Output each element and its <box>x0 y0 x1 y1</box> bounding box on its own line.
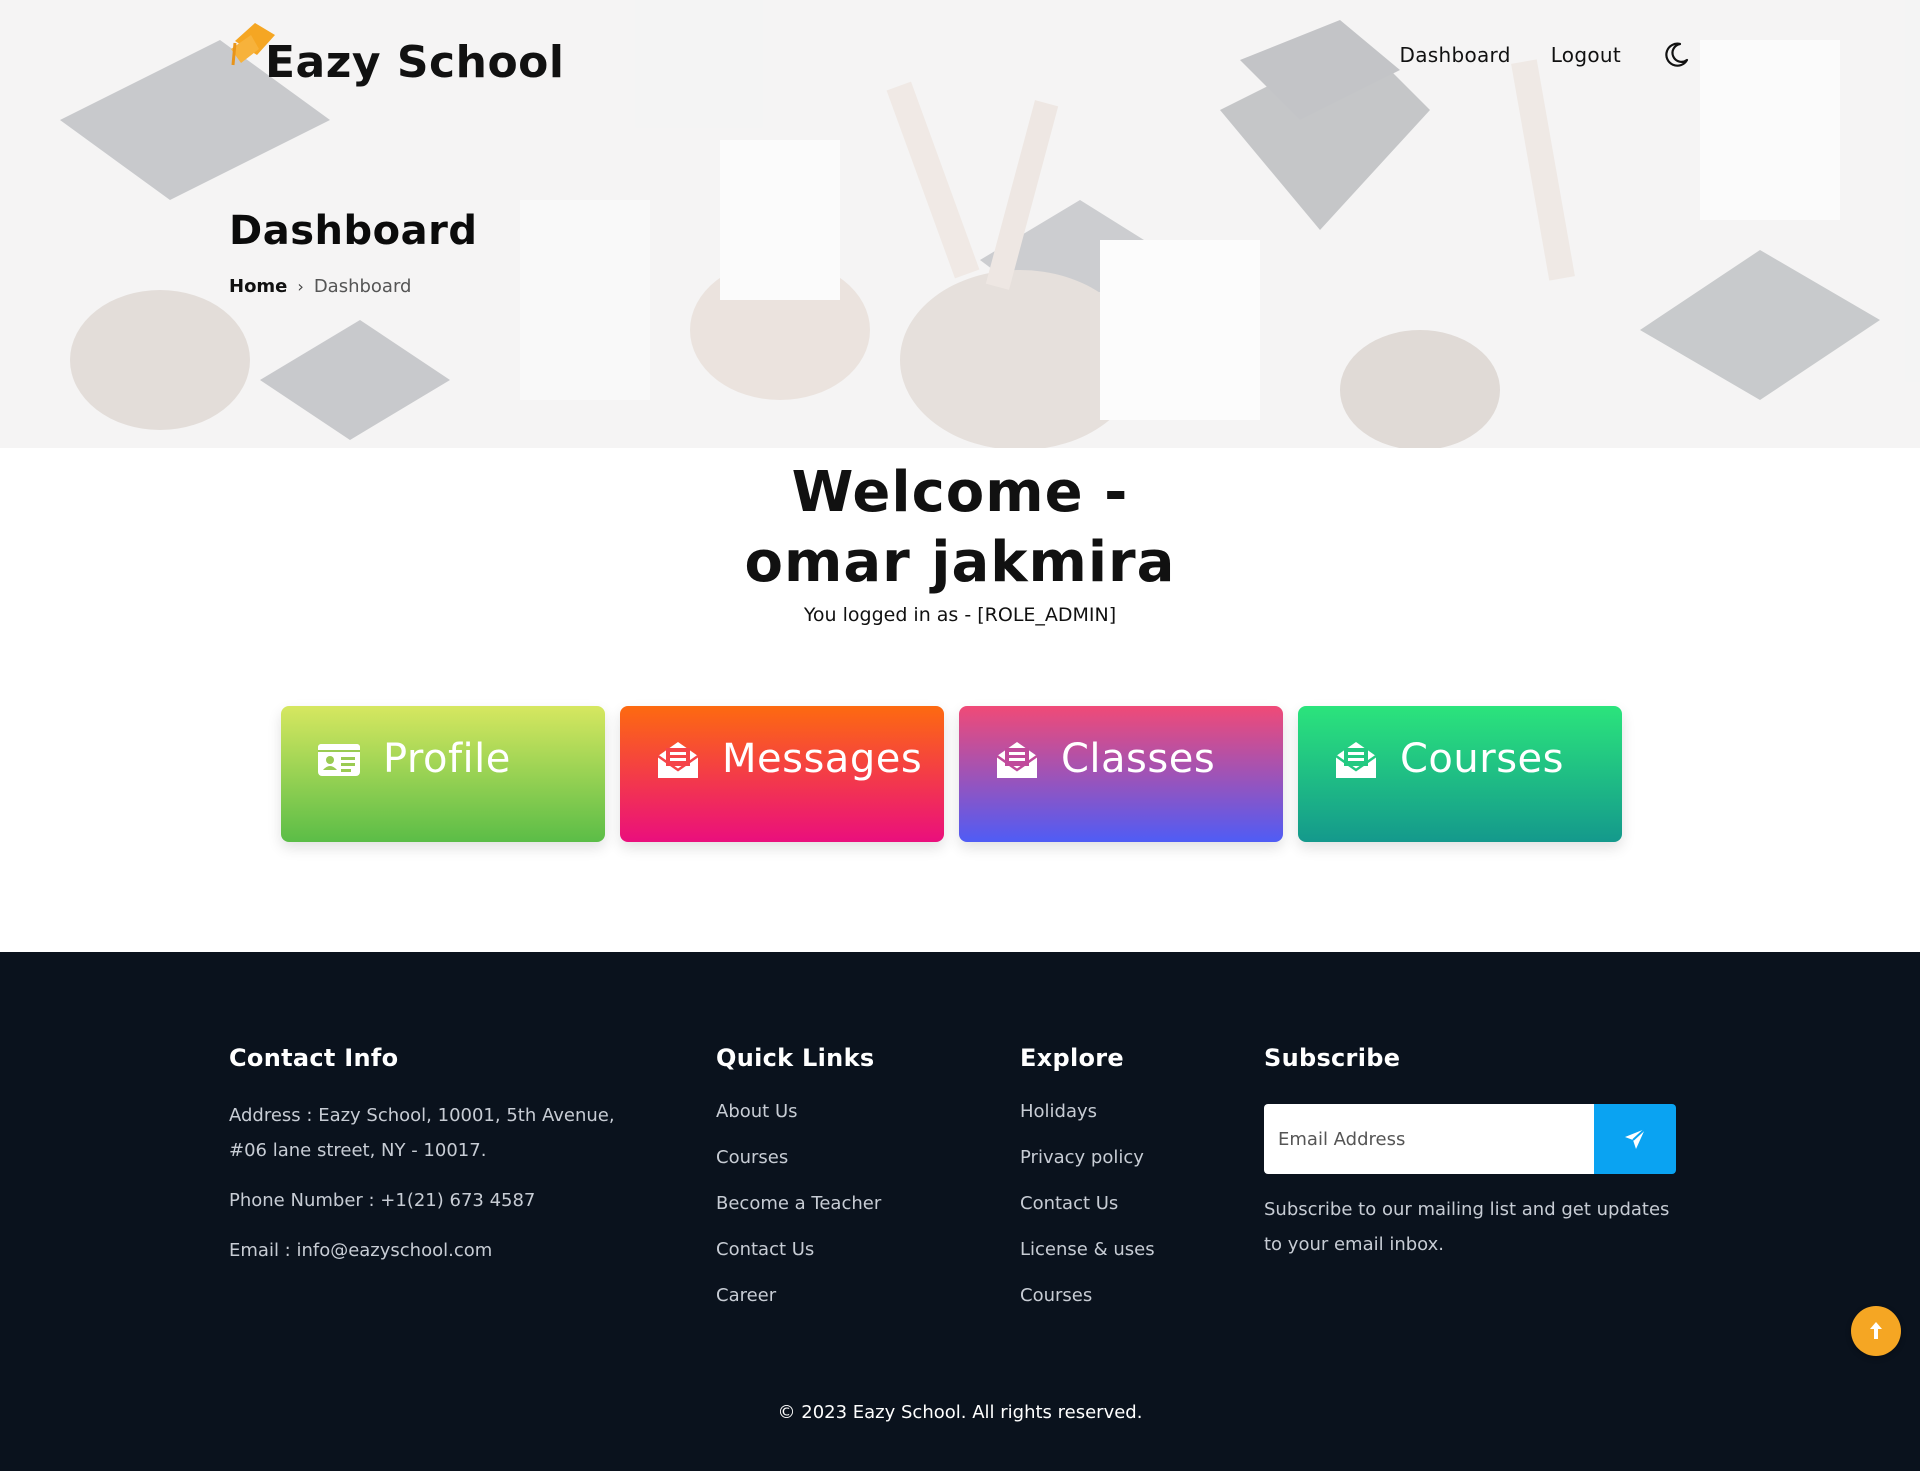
page-header: Dashboard Home › Dashboard <box>229 208 477 297</box>
messages-card[interactable]: Messages <box>620 706 944 842</box>
envelope-open-icon <box>996 742 1038 778</box>
site-header: Eazy School Dashboard Logout <box>229 10 1691 100</box>
footer-heading: Explore <box>1020 1044 1124 1072</box>
footer-link-contact-us[interactable]: Contact Us <box>716 1240 881 1260</box>
footer-contact-info: Contact Info Address : Eazy School, 1000… <box>229 1044 649 1268</box>
footer-subscribe: Subscribe Subscribe to our mailing list … <box>1264 1044 1676 1262</box>
card-label: Messages <box>722 736 923 782</box>
brand-name: Eazy School <box>265 37 565 88</box>
logo[interactable]: Eazy School <box>229 19 565 91</box>
breadcrumb-home-link[interactable]: Home <box>229 276 287 297</box>
contact-phone: Phone Number : +1(21) 673 4587 <box>229 1190 536 1211</box>
moon-icon <box>1665 42 1689 67</box>
classes-card[interactable]: Classes <box>959 706 1283 842</box>
id-card-icon <box>318 744 360 776</box>
card-label: Courses <box>1400 736 1564 782</box>
footer-link-courses[interactable]: Courses <box>716 1148 881 1168</box>
footer-heading: Contact Info <box>229 1044 399 1072</box>
breadcrumb: Home › Dashboard <box>229 276 477 297</box>
welcome-heading: Welcome - omar jakmira <box>744 460 1176 595</box>
footer-link-holidays[interactable]: Holidays <box>1020 1102 1155 1122</box>
arrow-up-icon <box>1870 1322 1882 1339</box>
site-footer: Contact Info Address : Eazy School, 1000… <box>0 952 1920 1471</box>
footer-heading: Quick Links <box>716 1044 875 1072</box>
subscribe-form <box>1264 1104 1676 1174</box>
footer-link-contact-us[interactable]: Contact Us <box>1020 1194 1155 1214</box>
theme-toggle-button[interactable] <box>1661 40 1691 70</box>
copyright-text: © 2023 Eazy School. All rights reserved. <box>777 1402 1143 1423</box>
footer-link-courses[interactable]: Courses <box>1020 1286 1155 1306</box>
footer-link-license[interactable]: License & uses <box>1020 1240 1155 1260</box>
welcome-section: Welcome - omar jakmira You logged in as … <box>0 458 1920 626</box>
nav-dashboard-link[interactable]: Dashboard <box>1400 43 1511 67</box>
role-text: You logged in as - [ROLE_ADMIN] <box>803 604 1117 626</box>
envelope-open-icon <box>657 742 699 778</box>
footer-link-career[interactable]: Career <box>716 1286 881 1306</box>
card-label: Profile <box>383 736 511 782</box>
footer-link-privacy-policy[interactable]: Privacy policy <box>1020 1148 1155 1168</box>
profile-card[interactable]: Profile <box>281 706 605 842</box>
contact-address: Address : Eazy School, 10001, 5th Avenue… <box>229 1105 615 1161</box>
dashboard-cards: Profile Messages Classes Courses <box>281 706 1623 842</box>
footer-link-about-us[interactable]: About Us <box>716 1102 881 1122</box>
page-title: Dashboard <box>229 208 478 254</box>
email-field[interactable] <box>1264 1104 1594 1174</box>
scroll-to-top-button[interactable] <box>1851 1306 1901 1356</box>
subscribe-description: Subscribe to our mailing list and get up… <box>1264 1199 1670 1255</box>
card-label: Classes <box>1061 736 1216 782</box>
footer-explore: Explore Holidays Privacy policy Contact … <box>1020 1044 1155 1332</box>
paper-plane-icon <box>1625 1128 1646 1149</box>
footer-link-become-teacher[interactable]: Become a Teacher <box>716 1194 881 1214</box>
contact-email: Email : info@eazyschool.com <box>229 1240 493 1261</box>
graduation-cap-icon <box>231 23 275 66</box>
nav-logout-link[interactable]: Logout <box>1551 43 1621 67</box>
envelope-open-icon <box>1335 742 1377 778</box>
main-nav: Dashboard Logout <box>1400 40 1692 70</box>
footer-heading: Subscribe <box>1264 1044 1401 1072</box>
hero-banner: Eazy School Dashboard Logout Dashboard H… <box>0 0 1920 448</box>
breadcrumb-current: Dashboard <box>313 276 412 297</box>
subscribe-button[interactable] <box>1594 1104 1676 1174</box>
footer-quick-links: Quick Links About Us Courses Become a Te… <box>716 1044 881 1332</box>
chevron-right-icon: › <box>297 277 304 296</box>
courses-card[interactable]: Courses <box>1298 706 1622 842</box>
